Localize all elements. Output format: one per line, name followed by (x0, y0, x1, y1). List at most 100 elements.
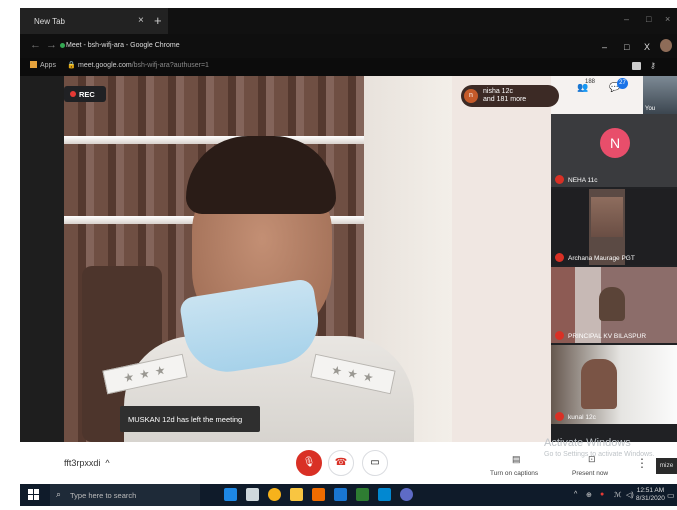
taskbar-search[interactable]: ⌕ Type here to search (50, 484, 200, 506)
close-button[interactable]: X (644, 42, 650, 52)
profile-avatar[interactable] (660, 39, 672, 52)
chevron-up-icon: ^ (105, 458, 110, 468)
participant-name: Archana Maurage PGT (568, 255, 635, 262)
captions-button[interactable]: Turn on captions (490, 470, 538, 477)
apps-grid-icon (30, 61, 37, 68)
participant-tile[interactable]: kunal 12c (551, 345, 677, 424)
folder-icon[interactable] (290, 488, 303, 501)
meet-favicon-icon (60, 43, 65, 48)
self-view-tile[interactable]: You (643, 76, 677, 114)
toast-text: MUSKAN 12d has left the meeting (128, 415, 243, 424)
camera-icon: ▭ (370, 457, 380, 468)
screen: New Tab × + – □ × ← → Meet - bsh-wifj-ar… (20, 8, 677, 506)
presenter-avatar: n (464, 89, 478, 103)
clock-time: 12:51 AM (636, 487, 665, 494)
presenter-more: and 181 more (483, 96, 527, 103)
participant-video (599, 287, 625, 321)
store-icon[interactable] (246, 488, 259, 501)
camera-toggle[interactable]: ▭ (362, 450, 388, 476)
window-minimize-icon[interactable]: – (624, 14, 629, 24)
window-maximize-icon[interactable]: □ (646, 14, 651, 24)
participant-tile[interactable]: N NEHA 11c (551, 114, 677, 187)
app-icon[interactable] (356, 488, 369, 501)
clock-date: 8/31/2020 (636, 495, 665, 502)
back-button[interactable]: ← (30, 39, 41, 51)
presenter-text: nisha 12c and 181 more (483, 88, 526, 104)
language-icon[interactable]: ℳ (614, 491, 622, 499)
captions-icon[interactable]: ▤ (512, 454, 521, 465)
minimize-button[interactable]: – (602, 42, 607, 52)
app-icon[interactable] (334, 488, 347, 501)
taskbar: ⌕ Type here to search ^ ⊕ ● ℳ ◁) 12:51 A… (20, 484, 677, 506)
url-path: /bsh-wifj-ara?authuser=1 (131, 62, 209, 69)
windows-start-icon[interactable] (28, 489, 39, 500)
leave-call-button[interactable]: ☎ (328, 450, 354, 476)
chrome-icon[interactable] (268, 488, 281, 501)
lock-icon[interactable]: 🔒 (67, 61, 76, 69)
participant-tile[interactable]: PRINCIPAL KV BILASPUR (551, 267, 677, 343)
tray-app-icon[interactable]: ● (600, 491, 604, 498)
camera-indicator-icon[interactable] (632, 62, 641, 70)
more-options-icon[interactable]: ⋮ (636, 456, 648, 470)
participant-video (591, 197, 623, 237)
mic-off-icon: 🎙 (302, 457, 316, 468)
mic-off-icon (555, 331, 564, 340)
participant-avatar: N (600, 128, 630, 158)
participant-name: kunal 12c (568, 414, 596, 421)
present-now-button[interactable]: Present now (572, 470, 608, 477)
meet-window-titlebar: ← → Meet - bsh-wifj-ara - Google Chrome … (20, 34, 677, 58)
address-bar: Apps 🔒 meet.google.com/bsh-wifj-ara?auth… (20, 58, 677, 76)
participants-button[interactable]: 👥 188 (577, 79, 595, 93)
clock[interactable]: 12:51 AM 8/31/2020 (636, 487, 665, 503)
cropped-edge-label: mize (656, 458, 677, 474)
close-icon[interactable]: × (138, 15, 144, 26)
recording-indicator: REC (64, 86, 106, 102)
microphone-toggle[interactable]: 🎙 (296, 450, 322, 476)
mic-off-icon (555, 253, 564, 262)
maximize-button[interactable]: □ (624, 42, 629, 52)
main-speaker-video[interactable]: ★ ★ ★ ★ ★ ★ MUSKAN 12d has left the meet… (64, 76, 452, 442)
notification-toast: MUSKAN 12d has left the meeting (120, 406, 260, 432)
mail-icon[interactable] (378, 488, 391, 501)
participants-count: 188 (585, 79, 596, 85)
mic-off-icon (555, 412, 564, 421)
participant-tile[interactable]: Archana Maurage PGT (551, 189, 677, 265)
hangup-icon: ☎ (334, 457, 348, 468)
video-background-wall (452, 76, 551, 442)
search-placeholder: Type here to search (70, 491, 137, 500)
forward-button[interactable]: → (46, 39, 57, 51)
participant-video (581, 359, 617, 409)
browser-tab[interactable]: New Tab × (20, 8, 168, 34)
presenter-chip[interactable]: n nisha 12c and 181 more (461, 85, 559, 107)
key-icon[interactable]: ⚷ (650, 61, 656, 70)
vlc-icon[interactable] (312, 488, 325, 501)
participant-sidebar: n nisha 12c and 181 more 👥 188 💬 27 You N N… (461, 76, 677, 442)
window-title: Meet - bsh-wifj-ara - Google Chrome (66, 42, 180, 49)
mic-off-icon (555, 175, 564, 184)
chat-button[interactable]: 💬 27 (609, 78, 628, 93)
network-icon[interactable]: ⊕ (586, 491, 592, 499)
apps-label: Apps (40, 62, 56, 69)
activation-watermark: Activate Windows (544, 437, 631, 449)
tab-title: New Tab (34, 17, 65, 26)
edge-icon[interactable] (224, 488, 237, 501)
new-tab-button[interactable]: + (154, 13, 162, 28)
tray-chevron-icon[interactable]: ^ (574, 491, 577, 498)
url-field[interactable]: meet.google.com/bsh-wifj-ara?authuser=1 (78, 62, 209, 69)
presenter-name: nisha 12c (483, 88, 513, 95)
notifications-icon[interactable]: ▭ (667, 491, 675, 500)
volume-icon[interactable]: ◁) (626, 491, 634, 499)
participant-name: PRINCIPAL KV BILASPUR (568, 333, 647, 340)
meeting-details-button[interactable]: fft3rpxxdi ^ (64, 458, 110, 468)
apps-shortcut[interactable]: Apps (30, 61, 56, 69)
meeting-code: fft3rpxxdi (64, 458, 101, 468)
you-label: You (645, 106, 656, 112)
chat-count: 27 (617, 78, 628, 89)
meet-stage: ★ ★ ★ ★ ★ ★ MUSKAN 12d has left the meet… (20, 76, 677, 442)
url-host: meet.google.com (78, 62, 132, 69)
activation-watermark-sub: Go to Settings to activate Windows. (544, 451, 655, 458)
record-dot-icon (70, 91, 76, 97)
rec-label: REC (79, 90, 95, 99)
app-icon[interactable] (400, 488, 413, 501)
window-close-icon[interactable]: × (665, 14, 670, 24)
